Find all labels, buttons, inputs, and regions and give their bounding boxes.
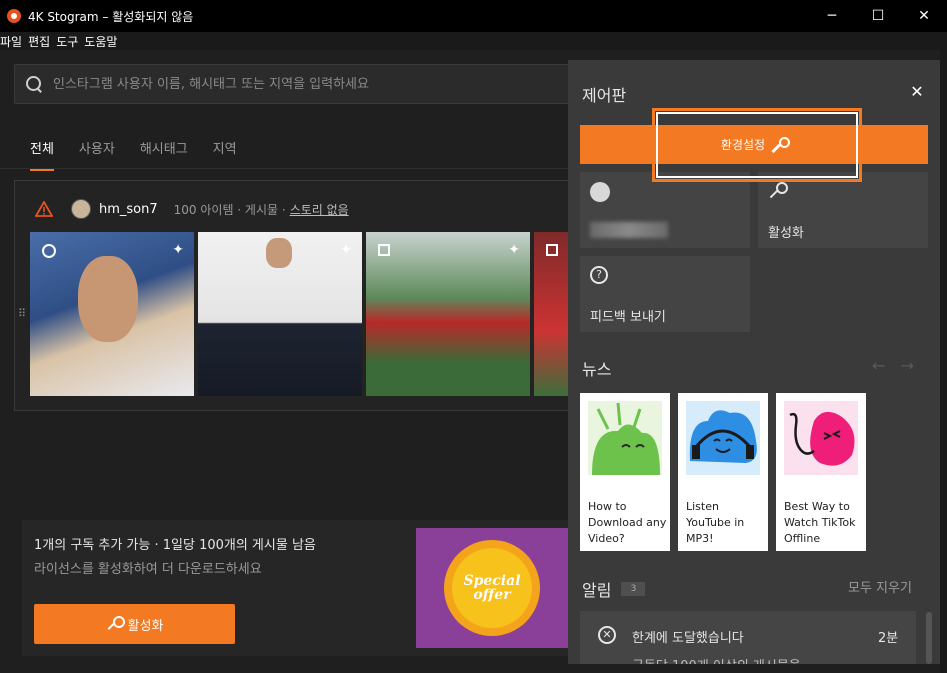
offer-text-line1: Special: [463, 573, 521, 589]
news-card[interactable]: Listen YouTube in MP3!: [678, 393, 768, 551]
title-bar: 4K Stogram – 활성화되지 않음 ─ ☐ ✕: [0, 0, 947, 32]
story-link[interactable]: 스토리 없음: [290, 201, 349, 218]
feedback-tile-label: 피드백 보내기: [590, 310, 666, 325]
news-card-text: Listen YouTube in MP3!: [686, 500, 745, 545]
alerts-title: 알림 3: [582, 577, 646, 601]
alert-item[interactable]: ✕ 한계에 도달했습니다 2분 구독당 100개 이상의 게시물을: [580, 611, 916, 664]
account-tile[interactable]: [580, 172, 750, 248]
news-thumbnail: [686, 401, 760, 475]
news-nav: ← →: [872, 356, 914, 375]
alerts-title-label: 알림: [582, 581, 612, 600]
maximize-button[interactable]: ☐: [855, 0, 901, 32]
filter-tabs: 전체 사용자 해시태그 지역: [30, 138, 262, 171]
special-offer-banner[interactable]: Special offer: [416, 528, 568, 648]
news-next-icon[interactable]: →: [901, 356, 914, 375]
key-icon: [768, 182, 788, 200]
window-title: 4K Stogram – 활성화되지 않음: [28, 9, 194, 24]
sparkle-icon: ✦: [508, 242, 520, 258]
menu-bar: 파일 편집 도구 도움말: [0, 32, 947, 50]
panel-close-icon[interactable]: ✕: [902, 80, 932, 104]
subscription-header: hm_son7 100 아이템 · 게시물 · 스토리 없음: [34, 199, 349, 219]
menu-edit[interactable]: 편집: [28, 33, 50, 50]
account-name-redacted: [590, 222, 668, 238]
news-card-text: Best Way to Watch TikTok Offline: [784, 500, 856, 545]
search-icon: [25, 75, 43, 93]
activate-tile-label: 활성화: [768, 226, 804, 241]
clear-all-link[interactable]: 모두 지우기: [848, 577, 912, 596]
subscription-username[interactable]: hm_son7: [99, 202, 158, 217]
thumbnail-face: [78, 256, 138, 342]
post-thumbnail[interactable]: ✦: [366, 232, 530, 396]
profile-badge-icon: [42, 244, 56, 258]
alerts-count-badge: 3: [621, 582, 646, 596]
account-avatar: [590, 182, 610, 202]
news-title: 뉴스: [582, 360, 612, 379]
activate-hint: 라이선스를 활성화하여 더 다운로드하세요: [34, 562, 262, 577]
close-window-button[interactable]: ✕: [901, 0, 947, 32]
activate-button[interactable]: 활성화: [34, 604, 235, 644]
alert-text: 한계에 도달했습니다: [632, 631, 744, 646]
search-input[interactable]: [53, 76, 553, 92]
news-card[interactable]: How to Download any Video?: [580, 393, 670, 551]
subscription-card[interactable]: hm_son7 100 아이템 · 게시물 · 스토리 없음 ⠿ ✦ ✦ ✦: [14, 180, 584, 411]
window-controls: ─ ☐ ✕: [809, 0, 947, 32]
key-icon: [106, 616, 125, 632]
news-thumbnail: [784, 401, 858, 475]
tab-hashtags[interactable]: 해시태그: [140, 138, 188, 171]
news-thumbnail: [588, 401, 662, 475]
thumbnail-face: [266, 238, 292, 268]
quota-text: 1개의 구독 추가 가능 · 1일당 100개의 게시물 남음: [34, 538, 316, 553]
panel-title: 제어판: [582, 86, 627, 105]
sparkle-icon: ✦: [172, 242, 184, 258]
activate-tile[interactable]: 활성화: [758, 172, 928, 248]
tab-locations[interactable]: 지역: [213, 138, 237, 171]
offer-text-line2: offer: [473, 587, 511, 603]
feedback-tile[interactable]: ? 피드백 보내기: [580, 256, 750, 332]
offer-badge: Special offer: [452, 548, 532, 628]
tab-users[interactable]: 사용자: [79, 138, 115, 171]
license-promo: 1개의 구독 추가 가능 · 1일당 100개의 게시물 남음 라이선스를 활성…: [22, 520, 578, 656]
news-prev-icon[interactable]: ←: [872, 356, 885, 375]
app-logo-icon: [7, 9, 21, 23]
post-thumbnail[interactable]: [534, 232, 570, 396]
tab-all[interactable]: 전체: [30, 138, 54, 171]
panel-scrollbar[interactable]: [926, 612, 932, 664]
alert-subtext: 구독당 100개 이상의 게시물을: [632, 655, 801, 664]
search-bar[interactable]: [14, 64, 574, 104]
alert-time: 2분: [878, 631, 899, 646]
thumbnail-strip: ✦ ✦ ✦: [30, 232, 574, 396]
menu-tools[interactable]: 도구: [56, 33, 78, 50]
activate-button-label: 활성화: [127, 618, 164, 634]
carousel-icon: [378, 244, 390, 256]
news-card-text: How to Download any Video?: [588, 500, 667, 545]
carousel-icon: [546, 244, 558, 256]
highlight-annotation-inner: [656, 112, 858, 178]
menu-file[interactable]: 파일: [0, 33, 22, 50]
warning-icon[interactable]: [34, 200, 54, 217]
avatar: [71, 199, 91, 219]
drag-handle-icon[interactable]: ⠿: [18, 307, 26, 320]
sparkle-icon: ✦: [340, 242, 352, 258]
subscription-meta: 100 아이템 · 게시물 ·: [173, 202, 286, 217]
minimize-button[interactable]: ─: [809, 0, 855, 32]
question-icon: ?: [590, 266, 608, 284]
menu-help[interactable]: 도움말: [84, 33, 117, 50]
window-edge: [940, 50, 947, 673]
error-x-icon: ✕: [598, 626, 616, 644]
news-card[interactable]: Best Way to Watch TikTok Offline: [776, 393, 866, 551]
post-thumbnail[interactable]: ✦: [30, 232, 194, 396]
post-thumbnail[interactable]: ✦: [198, 232, 362, 396]
tabs-divider: [0, 168, 580, 169]
